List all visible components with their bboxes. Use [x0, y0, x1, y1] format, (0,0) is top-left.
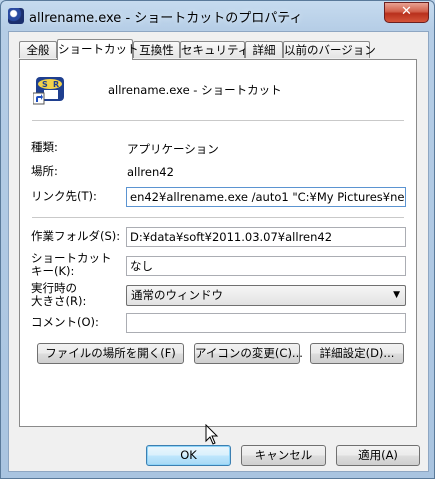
cancel-button[interactable]: キャンセル [241, 445, 326, 466]
svg-text:S: S [42, 80, 48, 89]
advanced-button[interactable]: 詳細設定(D)... [310, 343, 404, 364]
comment-label: コメント(O): [31, 315, 99, 329]
change-icon-button[interactable]: アイコンの変更(C)... [194, 343, 303, 364]
shortcut-name: allrename.exe - ショートカット [108, 83, 282, 97]
title-bar[interactable]: allrename.exe - ショートカットのプロパティ ✕ [1, 1, 434, 31]
tab-strip: 全般 ショートカット 互換性 セキュリティ 詳細 以前のバージョン [19, 39, 419, 60]
tab-compatibility[interactable]: 互換性 [133, 41, 180, 58]
chevron-down-icon: ▼ [393, 290, 400, 300]
run-window-value: 通常のウィンドウ [131, 288, 223, 302]
tab-details[interactable]: 詳細 [245, 41, 283, 58]
window-title: allrename.exe - ショートカットのプロパティ [29, 11, 303, 26]
target-label: リンク先(T): [31, 189, 97, 203]
tab-shortcut[interactable]: ショートカット [57, 39, 139, 60]
svg-text:R: R [53, 80, 59, 89]
workdir-input[interactable]: D:¥data¥soft¥2011.03.07¥allren42 [126, 227, 406, 247]
divider [32, 217, 404, 218]
workdir-label: 作業フォルダ(S): [31, 229, 121, 243]
dialog-client-area: 全般 ショートカット 互換性 セキュリティ 詳細 以前のバージョン S R al… [8, 31, 429, 472]
comment-input[interactable] [126, 313, 406, 333]
run-window-select[interactable]: 通常のウィンドウ ▼ [126, 285, 406, 306]
hotkey-label-line2: キー(K): [31, 264, 75, 278]
type-label: 種類: [31, 140, 58, 154]
close-button[interactable]: ✕ [384, 2, 429, 23]
run-label-line1: 実行時の [31, 281, 77, 295]
hotkey-input[interactable]: なし [126, 256, 406, 276]
target-input-text: en42¥allrename.exe /auto1 "C:¥My Picture… [130, 190, 406, 204]
ok-button[interactable]: OK [146, 445, 231, 466]
allrename-shortcut-icon: S R [33, 77, 64, 105]
run-label-line2: 大きさ(R): [31, 294, 87, 308]
apply-button[interactable]: 適用(A) [336, 445, 420, 466]
mouse-pointer-icon [205, 424, 219, 445]
hotkey-label-line1: ショートカット [31, 251, 112, 265]
app-icon [8, 8, 24, 24]
divider [32, 120, 404, 121]
type-value: アプリケーション [127, 142, 219, 156]
target-input[interactable]: en42¥allrename.exe /auto1 "C:¥My Picture… [126, 187, 406, 207]
open-file-location-button[interactable]: ファイルの場所を開く(F) [37, 343, 184, 364]
location-value: allren42 [127, 165, 174, 179]
tab-previous-versions[interactable]: 以前のバージョン [283, 41, 376, 58]
location-label: 場所: [31, 164, 58, 178]
tab-general[interactable]: 全般 [19, 41, 57, 58]
properties-window: allrename.exe - ショートカットのプロパティ ✕ 全般 ショートカ… [0, 0, 435, 479]
tab-security[interactable]: セキュリティ [180, 41, 249, 58]
shortcut-tab-panel: S R allrename.exe - ショートカット 種類: アプリケーション… [19, 59, 417, 427]
close-icon: ✕ [401, 4, 412, 19]
